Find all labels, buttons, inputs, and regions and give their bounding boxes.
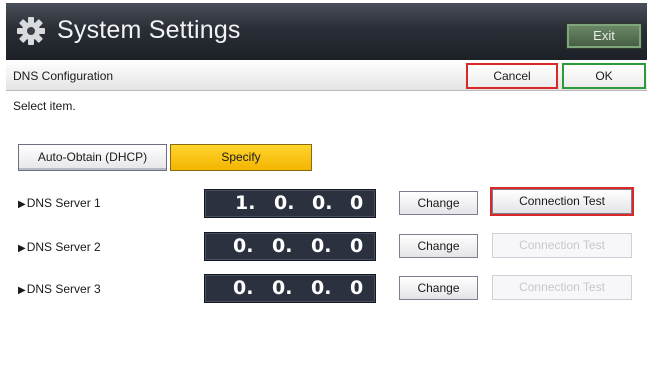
dns-server-3-connection-test-button: Connection Test — [492, 275, 632, 300]
system-settings-screen: System Settings Exit DNS Configuration C… — [6, 3, 647, 365]
ip-octet: 0. — [272, 277, 293, 299]
dns-server-1-change-button[interactable]: Change — [399, 191, 478, 215]
triangle-right-icon: ▶ — [18, 199, 26, 210]
cancel-button[interactable]: Cancel — [466, 63, 558, 89]
dns-server-1-label: ▶DNS Server 1 — [18, 196, 101, 210]
dns-server-1-address: 1. 0. 0. 0 — [204, 189, 376, 218]
ip-octet: 0. — [274, 192, 295, 214]
ip-octet: 0 — [350, 277, 364, 299]
triangle-right-icon: ▶ — [18, 243, 26, 254]
ip-octet: 0. — [233, 277, 254, 299]
dns-server-2-address: 0. 0. 0. 0 — [204, 232, 376, 261]
ip-octet: 0. — [311, 235, 332, 257]
title-bar: System Settings Exit — [6, 3, 647, 60]
exit-button[interactable]: Exit — [566, 23, 642, 49]
triangle-right-icon: ▶ — [18, 285, 26, 296]
dns-server-3-change-button[interactable]: Change — [399, 276, 478, 300]
ip-octet: 0. — [311, 277, 332, 299]
ok-button[interactable]: OK — [562, 63, 646, 89]
ip-octet: 0 — [350, 192, 364, 214]
auto-obtain-dhcp-button[interactable]: Auto-Obtain (DHCP) — [18, 144, 167, 171]
ip-octet: 0 — [350, 235, 364, 257]
gear-icon — [17, 17, 45, 45]
app-title: System Settings — [57, 16, 241, 44]
ip-octet: 0. — [312, 192, 333, 214]
header-band: DNS Configuration Cancel OK — [6, 60, 647, 91]
dns-server-3-label: ▶DNS Server 3 — [18, 282, 101, 296]
dns-server-1-connection-test-button[interactable]: Connection Test — [492, 189, 632, 214]
ip-octet: 0. — [233, 235, 254, 257]
dns-server-2-change-button[interactable]: Change — [399, 234, 478, 258]
dns-server-3-address: 0. 0. 0. 0 — [204, 274, 376, 303]
dns-server-2-connection-test-button: Connection Test — [492, 233, 632, 258]
specify-button[interactable]: Specify — [170, 144, 312, 171]
dns-server-2-label: ▶DNS Server 2 — [18, 240, 101, 254]
instruction-text: Select item. — [13, 99, 76, 113]
ip-octet: 1. — [235, 192, 256, 214]
ip-octet: 0. — [272, 235, 293, 257]
page-title: DNS Configuration — [13, 69, 114, 83]
